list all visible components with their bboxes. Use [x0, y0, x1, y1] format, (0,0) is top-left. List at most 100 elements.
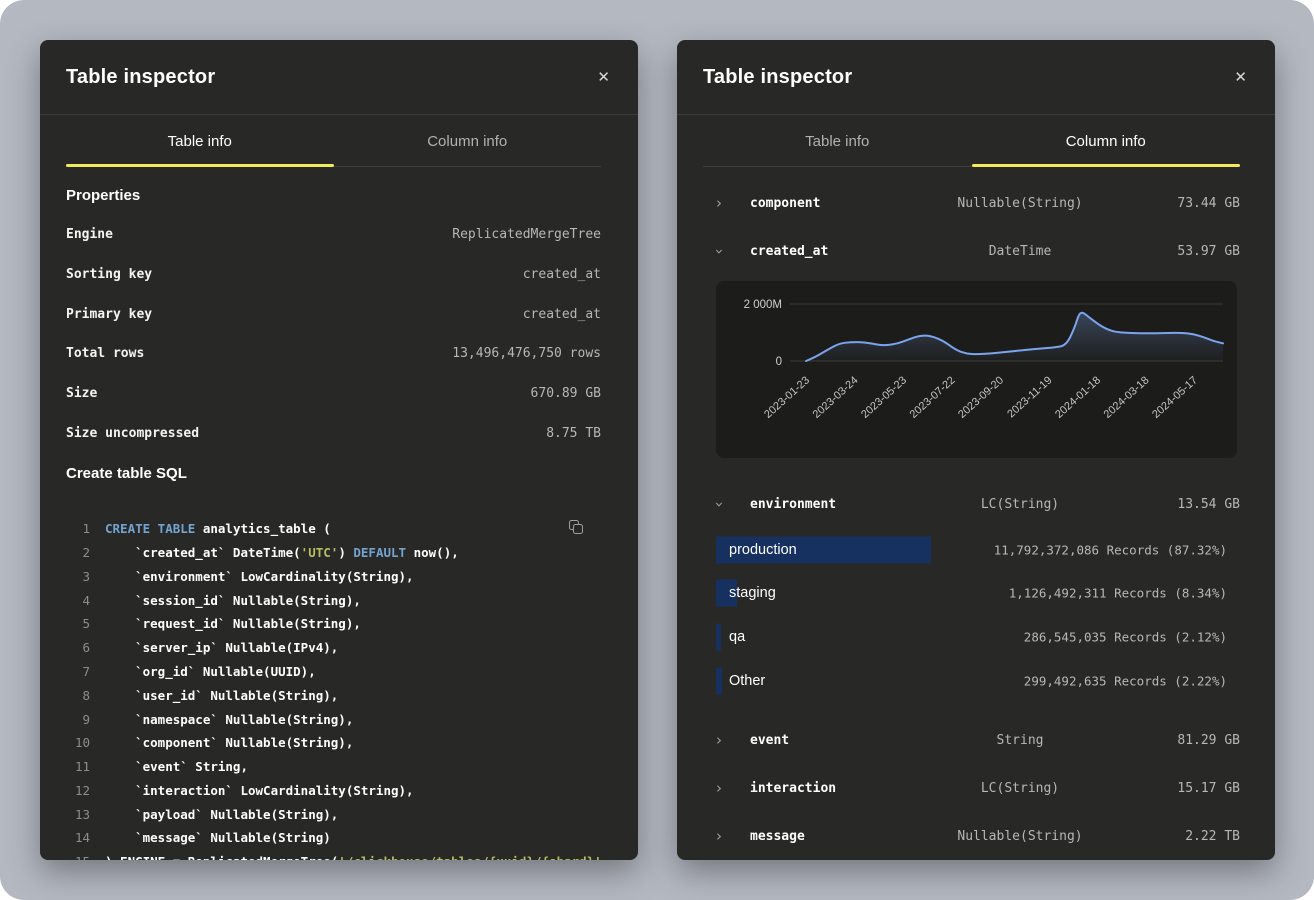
property-row: Sorting keycreated_at	[66, 255, 601, 295]
svg-text:2023-07-22: 2023-07-22	[908, 374, 958, 421]
sql-line: 13 `payload` Nullable(String),	[66, 803, 601, 827]
tab-bar: Table info Column info	[703, 115, 1240, 167]
distribution-value-label: qa	[729, 629, 745, 645]
column-row-environment[interactable]: ›environmentLC(String)13.54 GB	[703, 480, 1240, 528]
column-row-message[interactable]: ›messageNullable(String)2.22 TB	[703, 812, 1240, 860]
column-type: Nullable(String)	[910, 829, 1130, 844]
sql-code-lines: 1CREATE TABLE analytics_table (2 `create…	[66, 517, 601, 860]
column-row-interaction[interactable]: ›interactionLC(String)15.17 GB	[703, 764, 1240, 812]
sql-line-code: `server_ip` Nullable(IPv4),	[105, 636, 338, 660]
distribution-record-count: 11,792,372,086 Records (87.32%)	[994, 542, 1227, 557]
created-at-histogram: 2 000M02023-01-232023-03-242023-05-23202…	[716, 281, 1237, 458]
column-type: String	[910, 733, 1130, 748]
sql-line: 6 `server_ip` Nullable(IPv4),	[66, 636, 601, 660]
column-row-event[interactable]: ›eventString81.29 GB	[703, 716, 1240, 764]
copy-button[interactable]	[568, 518, 586, 536]
sql-line: 5 `request_id` Nullable(String),	[66, 612, 601, 636]
sql-line-number: 9	[66, 708, 90, 732]
sql-line-number: 13	[66, 803, 90, 827]
close-icon[interactable]: ✕	[593, 66, 614, 89]
tab-table-info[interactable]: Table info	[66, 115, 334, 167]
distribution-value-label: Other	[729, 673, 765, 689]
sql-line-number: 10	[66, 731, 90, 755]
tab-bar: Table info Column info	[66, 115, 601, 167]
sql-line: 15 ) ENGINE = ReplicatedMergeTree('/click…	[66, 850, 601, 860]
chevron-right-icon[interactable]: ›	[703, 196, 750, 211]
sql-line: 14 `message` Nullable(String)	[66, 826, 601, 850]
column-size: 73.44 GB	[1130, 196, 1240, 211]
property-row: Size670.89 GB	[66, 374, 601, 414]
column-name: created_at	[750, 244, 910, 259]
tab-column-info[interactable]: Column info	[972, 115, 1241, 167]
chevron-down-icon[interactable]: ›	[703, 497, 750, 512]
sql-line-code: ) ENGINE = ReplicatedMergeTree('/clickho…	[105, 850, 602, 860]
column-size: 81.29 GB	[1130, 733, 1240, 748]
sql-line-code: `interaction` LowCardinality(String),	[105, 779, 414, 803]
property-value: 8.75 TB	[546, 426, 601, 441]
distribution-bar	[716, 623, 721, 650]
environment-distribution: production 11,792,372,086 Records (87.32%…	[703, 528, 1240, 702]
tab-label: Table info	[805, 133, 869, 150]
sql-line-number: 2	[66, 541, 90, 565]
modal-title: Table inspector	[66, 66, 215, 89]
property-row: Total rows13,496,476,750 rows	[66, 334, 601, 374]
tab-table-info[interactable]: Table info	[703, 115, 972, 167]
column-name: environment	[750, 497, 910, 512]
column-type: LC(String)	[910, 497, 1130, 512]
table-info-content: Properties Engine ReplicatedMergeTree Sort…	[40, 183, 638, 860]
sql-line-number: 4	[66, 589, 90, 613]
sql-line-number: 5	[66, 612, 90, 636]
sql-line-code: `session_id` Nullable(String),	[105, 589, 361, 613]
column-type: DateTime	[910, 244, 1130, 259]
svg-text:2023-09-20: 2023-09-20	[956, 374, 1006, 421]
chevron-right-icon[interactable]: ›	[703, 781, 750, 796]
column-type: LC(String)	[910, 781, 1130, 796]
sql-line: 10 `component` Nullable(String),	[66, 731, 601, 755]
properties-heading: Properties	[66, 183, 601, 207]
sql-line-code: `request_id` Nullable(String),	[105, 612, 361, 636]
column-row-component[interactable]: ›componentNullable(String)73.44 GB	[703, 179, 1240, 227]
svg-text:2023-11-19: 2023-11-19	[1005, 374, 1054, 420]
sql-line-number: 15	[66, 850, 90, 860]
sql-line-code: `namespace` Nullable(String),	[105, 708, 353, 732]
tab-label: Table info	[168, 133, 232, 150]
chevron-down-icon[interactable]: ›	[703, 244, 750, 259]
sql-line-code: `user_id` Nullable(String),	[105, 684, 338, 708]
svg-text:2 000M: 2 000M	[744, 299, 782, 311]
column-name: message	[750, 829, 910, 844]
sql-code-block: 1CREATE TABLE analytics_table (2 `create…	[66, 507, 601, 860]
close-icon[interactable]: ✕	[1230, 66, 1251, 89]
column-row-created_at[interactable]: ›created_atDateTime53.97 GB	[703, 227, 1240, 275]
property-value: ReplicatedMergeTree	[452, 227, 601, 242]
property-label: Engine	[66, 227, 113, 242]
property-row: Engine ReplicatedMergeTree	[66, 215, 601, 255]
column-info-content: ›componentNullable(String)73.44 GB›creat…	[677, 167, 1275, 860]
svg-text:2024-05-17: 2024-05-17	[1150, 374, 1200, 421]
property-row: Size uncompressed8.75 TB	[66, 413, 601, 453]
column-size: 2.22 TB	[1130, 829, 1240, 844]
column-name: interaction	[750, 781, 910, 796]
copy-icon	[568, 519, 584, 535]
property-value: 13,496,476,750 rows	[452, 346, 601, 361]
sql-line-code: `created_at` DateTime('UTC') DEFAULT now…	[105, 541, 459, 565]
sql-line: 9 `namespace` Nullable(String),	[66, 708, 601, 732]
sql-line-code: `environment` LowCardinality(String),	[105, 565, 414, 589]
sql-line-number: 8	[66, 684, 90, 708]
chevron-right-icon[interactable]: ›	[703, 733, 750, 748]
tab-column-info[interactable]: Column info	[334, 115, 602, 167]
distribution-bar	[716, 667, 722, 694]
sql-line-code: `event` String,	[105, 755, 248, 779]
svg-text:2023-05-23: 2023-05-23	[859, 374, 909, 421]
chevron-right-icon[interactable]: ›	[703, 829, 750, 844]
sql-line-code: `org_id` Nullable(UUID),	[105, 660, 316, 684]
property-label: Sorting key	[66, 267, 152, 282]
table-inspector-modal-right: Table inspector ✕ Table info Column info…	[677, 40, 1275, 860]
distribution-value-label: production	[729, 542, 797, 558]
distribution-record-count: 1,126,492,311 Records (8.34%)	[1009, 586, 1227, 601]
distribution-record-count: 299,492,635 Records (2.22%)	[1024, 673, 1227, 688]
modal-header: Table inspector ✕	[677, 40, 1275, 115]
column-name: component	[750, 196, 910, 211]
column-size: 15.17 GB	[1130, 781, 1240, 796]
sql-line: 3 `environment` LowCardinality(String),	[66, 565, 601, 589]
distribution-record-count: 286,545,035 Records (2.12%)	[1024, 629, 1227, 644]
